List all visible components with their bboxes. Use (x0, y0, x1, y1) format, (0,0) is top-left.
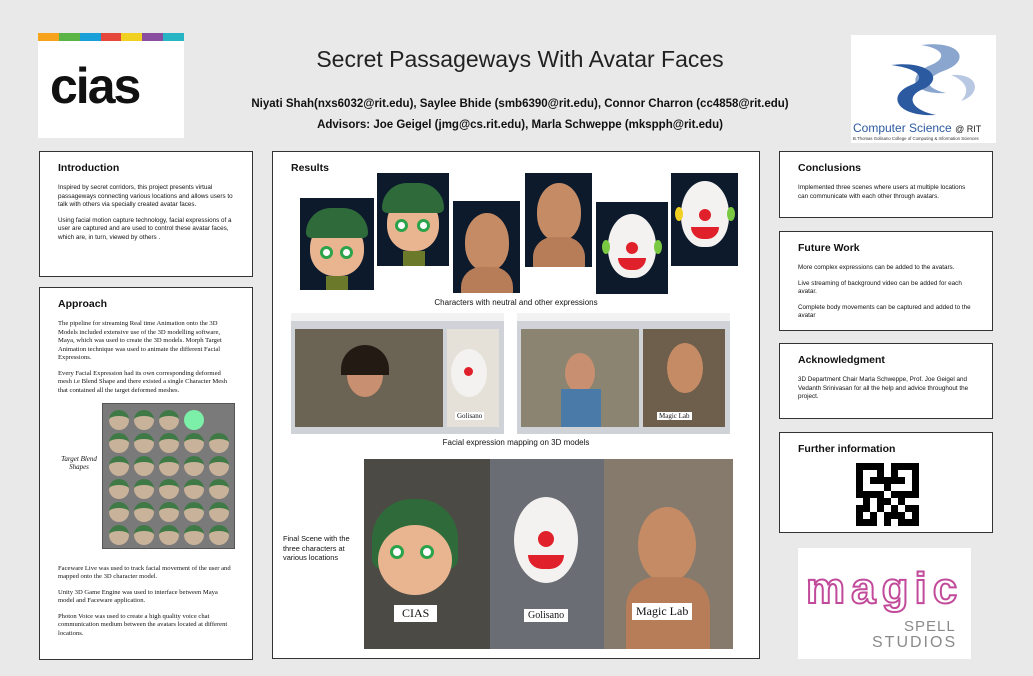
results-panel: Results Characters with neutral and othe… (272, 151, 760, 659)
future-work-heading: Future Work (798, 242, 860, 254)
results-heading: Results (291, 162, 329, 174)
introduction-panel: Introduction Inspired by secret corridor… (39, 151, 253, 277)
blend-shape-head (134, 409, 154, 430)
magic-wordmark: magic (805, 563, 964, 614)
acknowledgment-heading: Acknowledgment (798, 354, 885, 366)
characters-caption: Characters with neutral and other expres… (434, 298, 598, 307)
blend-shape-head (109, 478, 129, 499)
blend-shape-head (184, 478, 204, 499)
blend-shape-head (109, 432, 129, 453)
final-scene-description: Final Scene with the three characters at… (283, 534, 350, 563)
blend-shape-head (134, 455, 154, 476)
introduction-paragraph-2: Using facial motion capture technology, … (58, 216, 232, 241)
facial-mapping-screen-1: Golisano (291, 313, 504, 434)
cs-logo-text: Computer Science (853, 121, 952, 135)
character-girl-expression (377, 173, 449, 266)
future-work-panel: Future Work More complex expressions can… (779, 231, 993, 331)
final-scene-label-magic-lab: Magic Lab (632, 603, 693, 620)
blend-shapes-label: Target Blend Shapes (61, 454, 97, 471)
approach-paragraph-3: Faceware Live was used to track facial m… (58, 564, 231, 581)
final-scene-cias: CIAS (364, 459, 490, 649)
approach-heading: Approach (58, 298, 108, 310)
blend-shape-head (209, 478, 229, 499)
final-scene-magic-lab: Magic Lab (604, 459, 733, 649)
introduction-heading: Introduction (58, 162, 120, 174)
advisors-line: Advisors: Joe Geigel (jmg@cs.rit.edu), M… (317, 119, 723, 131)
approach-paragraph-1: The pipeline for streaming Real time Ani… (58, 320, 222, 362)
blend-shape-head (209, 524, 229, 545)
acknowledgment-paragraph: 3D Department Chair Marla Schweppe, Prof… (798, 376, 969, 400)
cs-logo-subtitle: B.Thomas Golisano College of Computing &… (853, 136, 979, 141)
conclusions-heading: Conclusions (798, 162, 862, 174)
further-info-panel: Further information (779, 432, 993, 533)
acknowledgment-panel: Acknowledgment 3D Department Chair Marla… (779, 343, 993, 419)
approach-paragraph-4: Unity 3D Game Engine was used to interfa… (58, 588, 218, 605)
final-scene-image: CIAS Golisano Magic Lab (364, 459, 733, 649)
cias-color-bar (38, 33, 185, 41)
cs-logo-suffix: @ RIT (955, 124, 982, 134)
blend-shape-head (184, 432, 204, 453)
character-clown-neutral (596, 202, 668, 294)
blend-shape-head (134, 524, 154, 545)
cias-wordmark: cias (50, 58, 141, 114)
blend-shape-head (209, 501, 229, 522)
blend-shape-head (109, 455, 129, 476)
studios-wordmark: STUDIOS (872, 634, 958, 651)
character-girl-neutral (300, 198, 374, 290)
blend-shape-head (109, 409, 129, 430)
character-man-expression (525, 173, 592, 267)
blend-shape-head (134, 478, 154, 499)
page-title: Secret Passageways With Avatar Faces (316, 46, 724, 72)
blend-shape-head (159, 455, 179, 476)
magic-spell-studios-logo: magic SPELL STUDIOS (798, 548, 971, 659)
blend-shapes-grid (102, 402, 235, 549)
blend-shapes-figure: Target Blend Shapes (58, 402, 235, 553)
future-work-item: More complex expressions can be added to… (798, 264, 955, 271)
blend-shape-head (109, 524, 129, 545)
blend-shape-head (209, 455, 229, 476)
further-info-heading: Further information (798, 443, 896, 455)
approach-paragraph-5: Photon Voice was used to create a high q… (58, 612, 228, 637)
blend-shape-head (134, 432, 154, 453)
blend-shape-head (159, 409, 179, 430)
character-man-neutral (453, 201, 520, 293)
final-scene-label-golisano: Golisano (524, 609, 569, 622)
magic-lab-overlay-label: Magic Lab (657, 412, 692, 420)
qr-code-icon[interactable] (856, 463, 919, 526)
cias-logo: cias (38, 33, 185, 138)
blend-shape-head (184, 524, 204, 545)
cs-swoosh-icon (891, 44, 975, 116)
golisano-overlay-label: Golisano (455, 412, 485, 420)
future-work-item: Complete body movements can be captured … (798, 303, 971, 320)
blend-shape-head (134, 501, 154, 522)
approach-paragraph-2: Every Facial Expression had its own corr… (58, 369, 228, 394)
final-scene-golisano: Golisano (490, 459, 604, 649)
conclusions-paragraph: Implemented three scenes where users at … (798, 184, 966, 200)
blend-shape-head (209, 432, 229, 453)
blend-shape-head (109, 501, 129, 522)
conclusions-panel: Conclusions Implemented three scenes whe… (779, 151, 993, 218)
blend-shape-head (184, 501, 204, 522)
blend-shape-head (159, 524, 179, 545)
cs-rit-logo: Computer Science @ RIT B.Thomas Golisano… (851, 35, 996, 143)
selected-blend-shape (184, 409, 204, 430)
future-work-item: Live streaming of background video can b… (798, 279, 962, 296)
facial-mapping-screen-2: Magic Lab (517, 313, 730, 434)
facial-mapping-caption: Facial expression mapping on 3D models (442, 438, 590, 447)
spell-wordmark: SPELL (904, 618, 956, 635)
blend-shape-head (159, 501, 179, 522)
introduction-paragraph-1: Inspired by secret corridors, this proje… (58, 184, 233, 208)
blend-shape-head (184, 455, 204, 476)
approach-panel: Approach The pipeline for streaming Real… (39, 287, 253, 660)
character-clown-expression (671, 173, 738, 266)
final-scene-label-cias: CIAS (394, 605, 438, 622)
blend-shape-head (159, 432, 179, 453)
authors-line: Niyati Shah(nxs6032@rit.edu), Saylee Bhi… (251, 98, 789, 110)
blend-shape-head (159, 478, 179, 499)
